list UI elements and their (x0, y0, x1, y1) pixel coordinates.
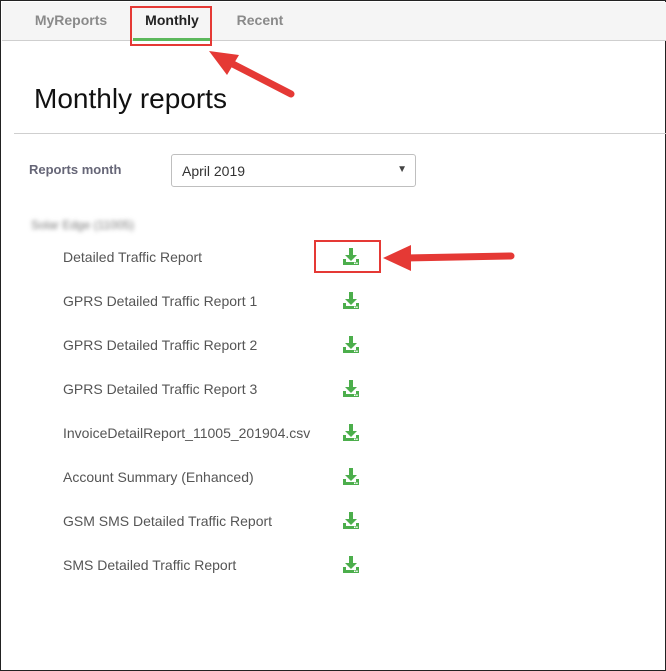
tab-myreports[interactable]: MyReports (16, 2, 126, 41)
tab-recent[interactable]: Recent (220, 2, 300, 41)
download-icon[interactable] (341, 247, 361, 267)
report-row: GPRS Detailed Traffic Report 2 (1, 335, 601, 359)
report-name: InvoiceDetailReport_11005_201904.csv (63, 425, 311, 441)
report-row: Account Summary (Enhanced) (1, 467, 601, 491)
download-icon[interactable] (341, 423, 361, 443)
download-icon[interactable] (341, 335, 361, 355)
report-name: Account Summary (Enhanced) (63, 469, 254, 485)
download-icon[interactable] (341, 291, 361, 311)
download-icon[interactable] (341, 467, 361, 487)
report-row: Detailed Traffic Report (1, 247, 601, 271)
report-name: Detailed Traffic Report (63, 249, 203, 265)
reports-month-select[interactable]: April 2019 ▼ (171, 154, 416, 187)
report-name: GPRS Detailed Traffic Report 1 (63, 293, 258, 309)
reports-month-value: April 2019 (182, 163, 246, 179)
page-title: Monthly reports (34, 83, 227, 114)
download-icon[interactable] (341, 555, 361, 575)
report-row: SMS Detailed Traffic Report (1, 555, 601, 579)
report-row: InvoiceDetailReport_11005_201904.csv (1, 423, 601, 447)
report-row: GPRS Detailed Traffic Report 1 (1, 291, 601, 315)
reports-month-label: Reports month (29, 162, 122, 177)
report-name: SMS Detailed Traffic Report (63, 557, 237, 573)
download-icon[interactable] (341, 511, 361, 531)
tab-monthly[interactable]: Monthly (133, 2, 211, 41)
tab-bar: MyReports Monthly Recent (2, 2, 666, 41)
app-window: MyReports Monthly Recent Monthly reports… (0, 0, 666, 671)
report-name: GPRS Detailed Traffic Report 3 (63, 381, 258, 397)
report-name: GPRS Detailed Traffic Report 2 (63, 337, 258, 353)
active-tab-indicator (133, 38, 211, 41)
divider (14, 133, 666, 134)
report-name: GSM SMS Detailed Traffic Report (63, 513, 273, 529)
report-row: GSM SMS Detailed Traffic Report (1, 511, 601, 535)
chevron-down-icon: ▼ (397, 164, 407, 175)
report-row: GPRS Detailed Traffic Report 3 (1, 379, 601, 403)
tab-monthly-label: Monthly (145, 12, 199, 28)
account-group-label: Solar Edge (11005) (31, 218, 135, 232)
download-icon[interactable] (341, 379, 361, 399)
